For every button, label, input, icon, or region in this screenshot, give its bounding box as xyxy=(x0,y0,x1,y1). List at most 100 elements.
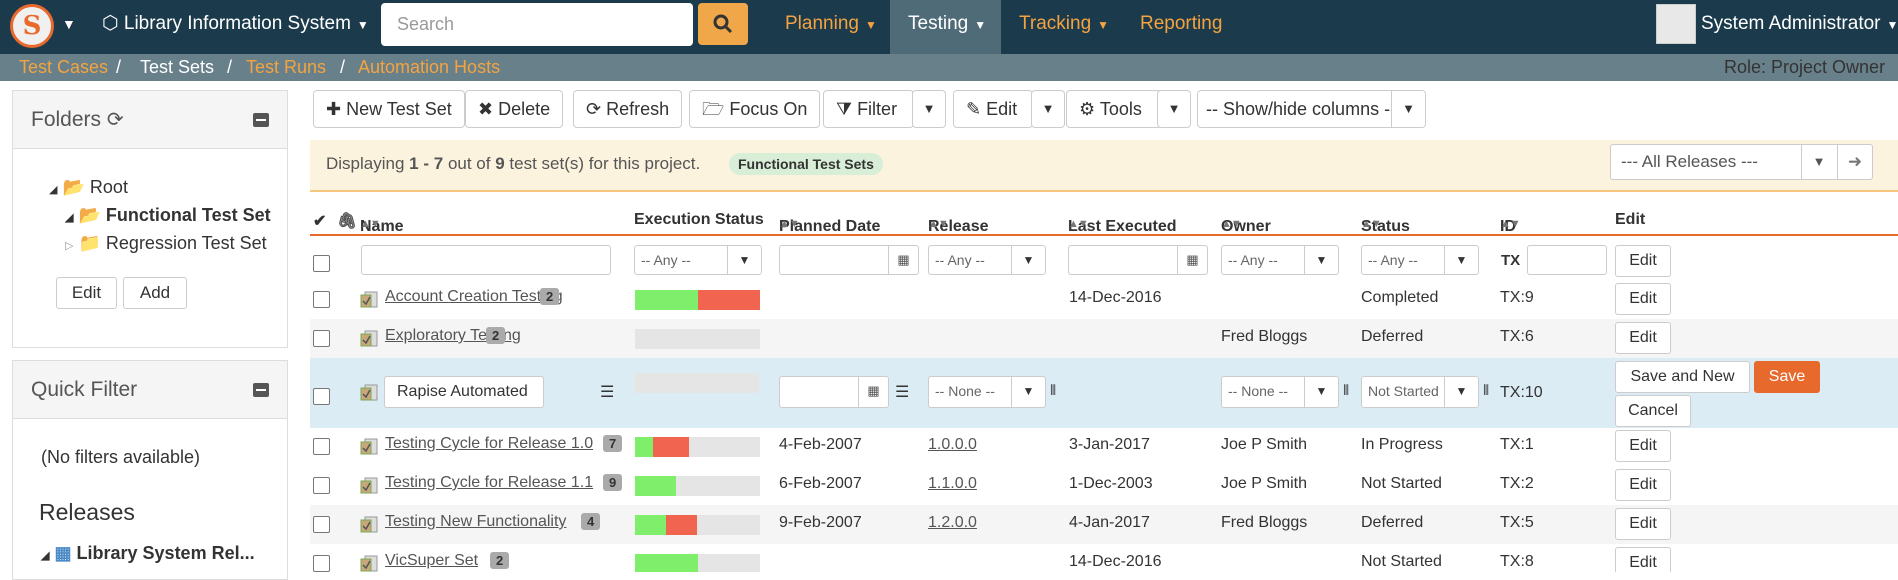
refresh-icon[interactable]: ⟳ xyxy=(107,109,124,131)
calendar-icon[interactable]: ▦ xyxy=(1177,246,1207,274)
row-edit-button[interactable]: Edit xyxy=(1615,547,1671,572)
release-filter-dropdown[interactable]: -- Any --▼ xyxy=(928,245,1046,275)
row-name-link[interactable]: Testing New Functionality xyxy=(385,513,566,531)
show-hide-columns-select[interactable]: -- Show/hide columns --▼ xyxy=(1197,90,1426,128)
calendar-icon[interactable]: ▦ xyxy=(858,377,888,407)
tools-dropdown-button[interactable]: ▼ xyxy=(1157,90,1191,128)
edit-button[interactable]: ✎ Edit xyxy=(953,90,1033,128)
row-edit-button[interactable]: Edit xyxy=(1615,283,1671,315)
table-row[interactable]: Account Creation Testing2 14-Dec-2016 Co… xyxy=(310,280,1898,319)
owner-filter-select[interactable]: -- Any --▼ xyxy=(1221,245,1339,275)
row-checkbox[interactable] xyxy=(313,477,330,494)
name-filter-input[interactable] xyxy=(361,245,611,275)
row-edit-button[interactable]: Edit xyxy=(1615,322,1671,354)
focus-on-button[interactable]: 🗁 Focus On xyxy=(689,90,820,128)
filter-button[interactable]: ⧩ Filter xyxy=(823,90,914,128)
nav-menu-planning[interactable]: Planning▼ xyxy=(785,0,877,54)
planned-date-input[interactable]: ▦ xyxy=(779,376,889,408)
chevron-down-icon[interactable]: ▼ xyxy=(62,0,76,54)
release-filter-select[interactable]: --- All Releases ---▼➜ xyxy=(1610,144,1873,180)
release-link[interactable]: 1.2.0.0 xyxy=(928,514,977,532)
tools-button[interactable]: ⚙ Tools xyxy=(1066,90,1162,128)
subnav-test-cases[interactable]: Test Cases xyxy=(19,54,108,81)
subnav-automation-hosts[interactable]: Automation Hosts xyxy=(358,54,500,81)
collapse-icon[interactable] xyxy=(253,113,269,127)
filter-apply-button[interactable]: Edit xyxy=(1615,245,1671,277)
id-filter-input[interactable] xyxy=(1527,245,1607,275)
row-edit-button[interactable]: Edit xyxy=(1615,430,1671,462)
table-row[interactable]: Testing Cycle for Release 1.07 4-Feb-200… xyxy=(310,427,1898,466)
row-checkbox[interactable] xyxy=(313,555,330,572)
collapse-icon[interactable] xyxy=(253,383,269,397)
table-row[interactable]: Testing New Functionality4 9-Feb-2007 1.… xyxy=(310,505,1898,544)
spira-logo[interactable]: S xyxy=(10,4,54,48)
select-all-check-icon[interactable]: ✔ xyxy=(313,211,326,231)
status-edit-select[interactable]: Not Started▼ xyxy=(1361,376,1479,408)
refresh-button[interactable]: ⟳ Refresh xyxy=(573,90,682,128)
sort-icon[interactable]: ▲▼ xyxy=(360,218,380,230)
row-name-link[interactable]: Account Creation Testing xyxy=(385,288,563,306)
row-name-link[interactable]: VicSuper Set xyxy=(385,552,478,570)
subnav-test-runs[interactable]: Test Runs xyxy=(246,54,326,81)
table-row[interactable]: VicSuper Set2 14-Dec-2016 Not Started TX… xyxy=(310,544,1898,572)
execution-filter-select[interactable]: -- Any --▼ xyxy=(634,245,762,275)
release-edit-select[interactable]: -- None --▼ xyxy=(928,376,1046,408)
release-link[interactable]: 1.1.0.0 xyxy=(928,475,977,493)
save-button[interactable]: Save xyxy=(1754,361,1820,393)
sort-icon[interactable]: ▲▼ xyxy=(928,218,948,230)
row-checkbox[interactable] xyxy=(313,330,330,347)
tree-regression[interactable]: ▷ 📁 Regression Test Set xyxy=(65,233,285,254)
list-icon[interactable]: ⦀ xyxy=(1483,382,1489,399)
new-test-set-button[interactable]: ✚ New Test Set xyxy=(313,90,465,128)
tree-root[interactable]: ◢ 📂 Root xyxy=(49,177,128,198)
list-icon[interactable]: ⦀ xyxy=(1343,382,1349,399)
product-selector[interactable]: ⬡ Library Information System▼ xyxy=(102,0,369,54)
name-edit-input[interactable]: Rapise Automated xyxy=(384,376,544,408)
release-tree-item[interactable]: ◢ ▦ Library System Rel... xyxy=(41,543,255,564)
list-icon[interactable]: ☰ xyxy=(895,382,909,402)
cancel-button[interactable]: Cancel xyxy=(1615,395,1691,427)
planned-date-filter[interactable]: ▦ xyxy=(779,245,919,275)
search-input[interactable]: Search xyxy=(381,3,693,46)
row-name-link[interactable]: Testing Cycle for Release 1.1 xyxy=(385,474,593,492)
arrow-right-icon[interactable]: ➜ xyxy=(1837,145,1872,179)
edit-dropdown-button[interactable]: ▼ xyxy=(1031,90,1065,128)
list-icon[interactable]: ⦀ xyxy=(1050,382,1056,399)
table-row[interactable]: Exploratory Testing2 Fred Bloggs Deferre… xyxy=(310,319,1898,358)
save-and-new-button[interactable]: Save and New xyxy=(1615,361,1750,393)
folder-tag: Functional Test Sets xyxy=(729,153,883,175)
table-row[interactable]: Testing Cycle for Release 1.19 6-Feb-200… xyxy=(310,466,1898,505)
row-checkbox[interactable] xyxy=(313,516,330,533)
sort-icon[interactable]: ▲▼ xyxy=(1361,218,1381,230)
sort-icon[interactable]: ▲▼ xyxy=(779,218,799,230)
quick-filter-title: Quick Filter xyxy=(31,378,137,401)
row-edit-button[interactable]: Edit xyxy=(1615,508,1671,540)
filter-dropdown-button[interactable]: ▼ xyxy=(912,90,946,128)
last-executed-filter[interactable]: ▦ xyxy=(1068,245,1208,275)
folder-edit-button[interactable]: Edit xyxy=(56,277,117,309)
release-link[interactable]: 1.0.0.0 xyxy=(928,436,977,454)
nav-menu-testing[interactable]: Testing▼ xyxy=(908,0,986,54)
row-checkbox[interactable] xyxy=(313,291,330,308)
avatar[interactable] xyxy=(1656,4,1696,44)
delete-button[interactable]: ✖ Delete xyxy=(465,90,563,128)
user-menu[interactable]: System Administrator▼ xyxy=(1701,0,1898,54)
nav-menu-reporting[interactable]: Reporting xyxy=(1140,0,1222,54)
sort-icon[interactable]: ▲▼ xyxy=(1221,218,1241,230)
filter-checkbox[interactable] xyxy=(313,255,330,272)
owner-edit-select[interactable]: -- None --▼ xyxy=(1221,376,1339,408)
status-filter-select[interactable]: -- Any --▼ xyxy=(1361,245,1479,275)
sort-icon[interactable]: ▲▼ xyxy=(1068,218,1088,230)
calendar-icon[interactable]: ▦ xyxy=(888,246,918,274)
sort-icon[interactable]: ▲▼ xyxy=(1500,218,1520,230)
row-name-link[interactable]: Testing Cycle for Release 1.0 xyxy=(385,435,593,453)
folder-add-button[interactable]: Add xyxy=(123,277,187,309)
tree-functional[interactable]: ◢ 📂 Functional Test Set xyxy=(65,205,285,226)
list-icon[interactable]: ☰ xyxy=(600,382,614,402)
row-checkbox[interactable] xyxy=(313,438,330,455)
row-edit-button[interactable]: Edit xyxy=(1615,469,1671,501)
subnav-test-sets[interactable]: Test Sets xyxy=(140,54,214,81)
search-button[interactable] xyxy=(698,3,748,45)
row-checkbox[interactable] xyxy=(313,388,330,405)
nav-menu-tracking[interactable]: Tracking▼ xyxy=(1019,0,1109,54)
